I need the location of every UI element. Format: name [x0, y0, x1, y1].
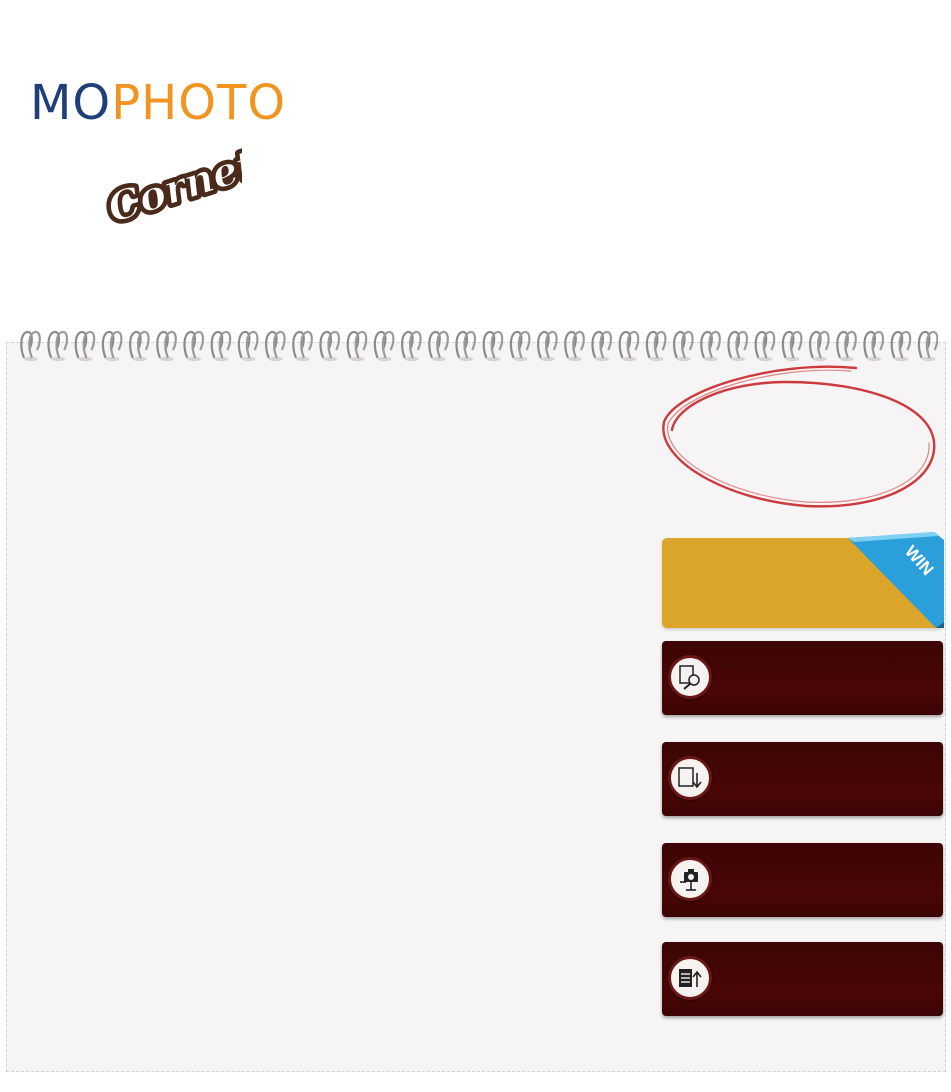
browse-search-icon [668, 655, 712, 699]
spiral-ring [265, 330, 286, 362]
logo-part-mo: MO [30, 75, 112, 131]
spiral-ring [917, 330, 938, 362]
spiral-ring [482, 330, 504, 362]
spiral-ring [673, 330, 694, 362]
spiral-ring [428, 330, 449, 362]
spiral-ring [156, 330, 177, 362]
svg-text:Cornetto: Cornetto [102, 142, 242, 232]
spiral-ring [863, 330, 885, 362]
spiral-ring [210, 330, 232, 362]
spiral-ring [754, 330, 776, 362]
win-ribbon-badge: WIN [848, 532, 944, 628]
spiral-ring [836, 330, 857, 362]
mophoto-logo[interactable]: MOPHOTO [30, 78, 286, 128]
spiral-ring [401, 330, 422, 362]
upload-list-icon [668, 956, 712, 1000]
spiral-ring [183, 330, 205, 362]
spiral-ring [781, 330, 803, 362]
spiral-ring [319, 330, 341, 362]
red-circle-doodle [662, 365, 936, 508]
spiral-ring [292, 330, 313, 362]
menu-button-browse[interactable] [662, 641, 943, 715]
camera-icon [668, 857, 712, 901]
spiral-ring [809, 330, 830, 362]
spiral-ring [20, 330, 41, 362]
download-icon [668, 756, 712, 800]
spiral-ring [237, 330, 259, 362]
spiral-ring [101, 330, 123, 362]
spiral-ring [564, 330, 585, 362]
logo-part-photo: PHOTO [111, 75, 287, 131]
menu-button-camera[interactable] [662, 843, 943, 917]
spiral-ring [509, 330, 531, 362]
cornetto-logo[interactable]: Cornetto Cornetto [96, 142, 242, 238]
spiral-ring [890, 330, 912, 362]
spiral-ring [129, 330, 150, 362]
spiral-ring [455, 330, 477, 362]
spiral-binding [20, 330, 938, 362]
spiral-ring [537, 330, 558, 362]
spiral-ring [373, 330, 395, 362]
spiral-ring [727, 330, 749, 362]
menu-button-download[interactable] [662, 742, 943, 816]
menu-button-upload[interactable] [662, 942, 943, 1016]
spiral-ring [346, 330, 368, 362]
spiral-ring [47, 330, 69, 362]
spiral-ring [700, 330, 721, 362]
spiral-ring [591, 330, 613, 362]
spiral-ring [618, 330, 640, 362]
spiral-ring [645, 330, 667, 362]
spiral-ring [74, 330, 96, 362]
